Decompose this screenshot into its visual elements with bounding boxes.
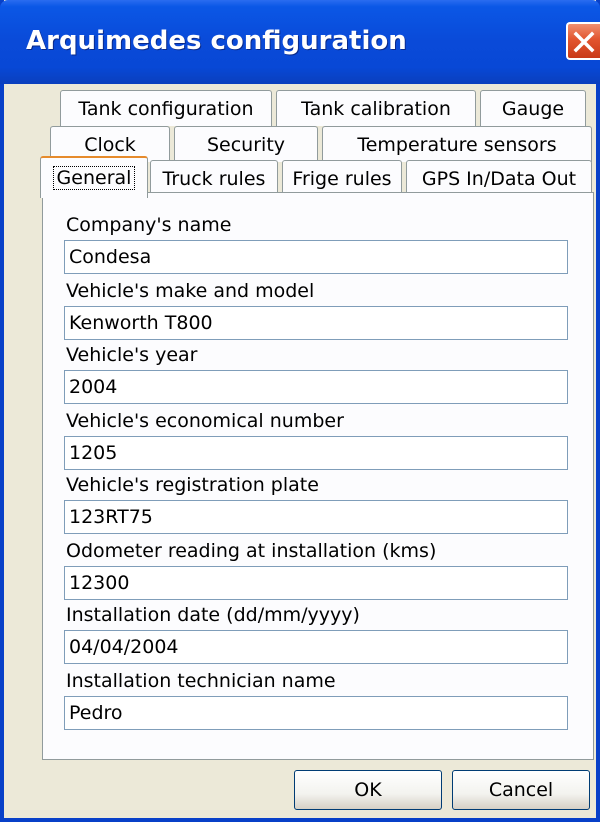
tab-temperature-sensors[interactable]: Temperature sensors xyxy=(322,126,592,162)
economical-number-field[interactable]: 1205 xyxy=(64,436,568,470)
company-name-label: Company's name xyxy=(66,214,232,236)
tab-general[interactable]: General xyxy=(40,156,148,198)
tab-frige-rules[interactable]: Frige rules xyxy=(282,160,402,196)
technician-name-field[interactable]: Pedro xyxy=(64,696,568,730)
vehicle-make-model-field[interactable]: Kenworth T800 xyxy=(64,306,568,340)
registration-plate-label: Vehicle's registration plate xyxy=(66,474,319,496)
close-icon xyxy=(573,31,595,53)
tab-label: General xyxy=(52,166,136,190)
tab-label: Temperature sensors xyxy=(357,133,557,156)
tab-gps-in-data-out[interactable]: GPS In/Data Out xyxy=(406,160,592,196)
economical-number-label: Vehicle's economical number xyxy=(66,410,344,432)
vehicle-year-label: Vehicle's year xyxy=(66,344,198,366)
company-name-field[interactable]: Condesa xyxy=(64,240,568,274)
config-dialog: Arquimedes configuration Tank configurat… xyxy=(0,0,600,822)
tab-gauge[interactable]: Gauge xyxy=(480,90,586,126)
installation-date-label: Installation date (dd/mm/yyyy) xyxy=(66,604,360,626)
cancel-button[interactable]: Cancel xyxy=(452,770,590,810)
tab-label: Tank calibration xyxy=(301,97,451,120)
tab-label: Frige rules xyxy=(292,167,392,190)
tab-label: Clock xyxy=(84,133,136,156)
odometer-label: Odometer reading at installation (kms) xyxy=(66,540,437,562)
close-button[interactable] xyxy=(566,22,600,60)
window-title: Arquimedes configuration xyxy=(26,26,407,56)
odometer-field[interactable]: 12300 xyxy=(64,566,568,600)
vehicle-year-field[interactable]: 2004 xyxy=(64,370,568,404)
technician-name-label: Installation technician name xyxy=(66,670,336,692)
tab-tank-calibration[interactable]: Tank calibration xyxy=(276,90,476,126)
vehicle-make-model-label: Vehicle's make and model xyxy=(66,280,315,302)
installation-date-field[interactable]: 04/04/2004 xyxy=(64,630,568,664)
tab-label: Security xyxy=(206,133,286,156)
tab-label: Truck rules xyxy=(162,167,266,190)
tab-tank-configuration[interactable]: Tank configuration xyxy=(60,90,272,126)
tab-label: Tank configuration xyxy=(78,97,254,120)
tab-truck-rules[interactable]: Truck rules xyxy=(150,160,278,196)
tab-label: Gauge xyxy=(501,97,565,120)
tab-security[interactable]: Security xyxy=(174,126,318,162)
title-bar[interactable]: Arquimedes configuration xyxy=(0,0,600,84)
tab-label: GPS In/Data Out xyxy=(421,167,577,190)
registration-plate-field[interactable]: 123RT75 xyxy=(64,500,568,534)
ok-button[interactable]: OK xyxy=(294,770,442,810)
